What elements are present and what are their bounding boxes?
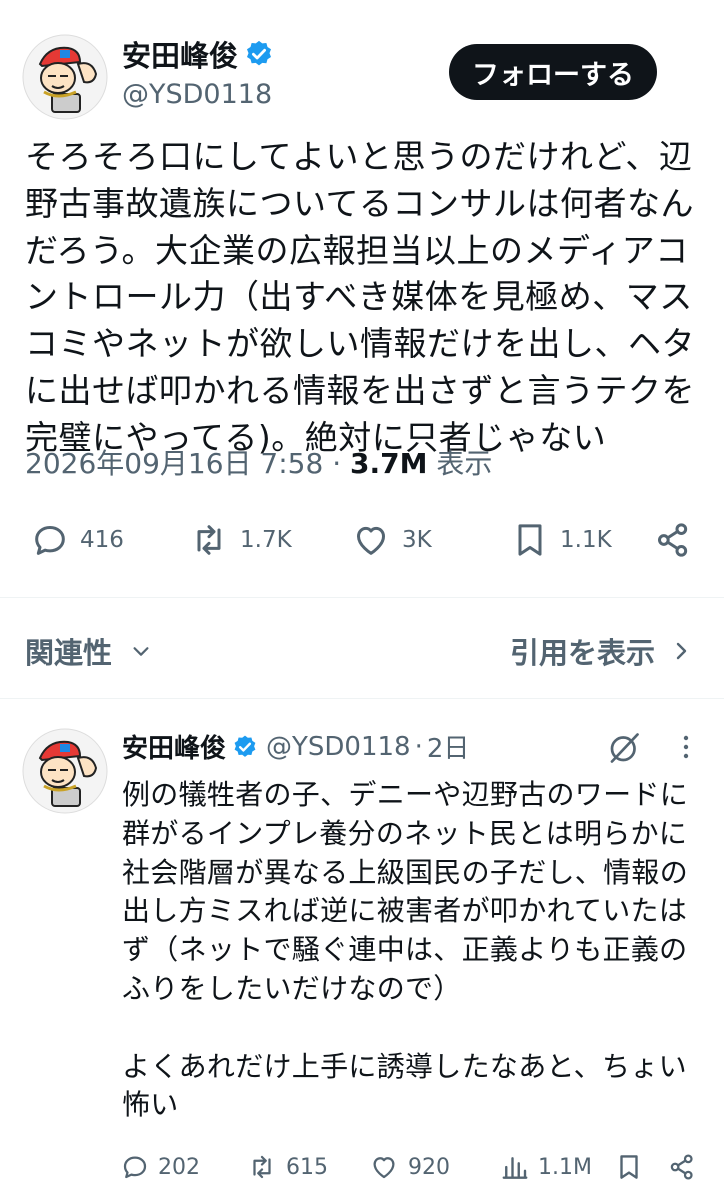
reply-count: 416 (80, 527, 124, 553)
like-button[interactable]: 3K (350, 520, 432, 560)
repost-icon (253, 1155, 271, 1179)
heart-icon (357, 526, 385, 555)
reply-repost-count: 615 (286, 1154, 328, 1180)
reply-separator: · (414, 731, 423, 762)
bookmark-count: 1.1K (560, 527, 612, 553)
author-name[interactable]: 安田峰俊 (122, 33, 274, 75)
sort-label: 関連性 (25, 636, 113, 670)
tweet-meta: 2026年09月16日 7:58 · 3.7M 表示 (25, 442, 492, 482)
reply-header: 安田峰俊 @YSD0118 · 2日 (122, 728, 469, 765)
share-icon (658, 523, 688, 557)
analytics-icon (502, 1157, 528, 1179)
view-quotes-link[interactable]: 引用を表示 (510, 630, 691, 672)
meta-separator: · (332, 447, 342, 480)
like-count: 3K (402, 527, 432, 553)
share-icon (670, 1154, 693, 1180)
heart-icon (373, 1157, 395, 1179)
view-label: 表示 (436, 447, 493, 480)
reply-reply-count: 202 (158, 1154, 200, 1180)
reply-author-handle[interactable]: @YSD0118 (266, 732, 411, 762)
chevron-down-icon (133, 647, 149, 656)
quotes-label: 引用を表示 (510, 636, 656, 670)
reply-views-button[interactable]: 1.1M (500, 1152, 592, 1182)
reply-author-avatar[interactable] (22, 728, 108, 814)
reply-share-button[interactable] (666, 1152, 698, 1182)
repost-icon (197, 525, 221, 555)
bookmark-icon (518, 524, 542, 556)
tweet-timestamp[interactable]: 2026年09月16日 7:58 (25, 447, 323, 480)
author-handle[interactable]: @YSD0118 (122, 79, 272, 110)
divider (0, 597, 724, 598)
reply-repost-button[interactable]: 615 (246, 1152, 328, 1182)
reply-bookmark-button[interactable] (614, 1152, 644, 1182)
share-button[interactable] (652, 520, 694, 560)
chevron-right-icon (676, 642, 687, 660)
tweet-text: そろそろ口にしてよいと思うのだけれど、辺野古事故遺族についてるコンサルは何者なん… (25, 137, 695, 457)
reply-time[interactable]: 2日 (427, 728, 470, 765)
reply-view-count: 1.1M (538, 1154, 592, 1180)
sort-dropdown[interactable]: 関連性 (25, 630, 152, 672)
reply-icon (123, 1156, 147, 1179)
reply-like-button[interactable]: 920 (368, 1152, 450, 1182)
repost-button[interactable]: 1.7K (188, 520, 292, 560)
repost-count: 1.7K (240, 527, 292, 553)
bookmark-icon (620, 1155, 638, 1179)
divider (0, 698, 724, 699)
view-count[interactable]: 3.7M (350, 447, 427, 480)
author-name-text[interactable]: 安田峰俊 (122, 33, 238, 75)
reply-button[interactable]: 416 (30, 520, 124, 560)
reply-like-count: 920 (408, 1154, 450, 1180)
verified-badge-icon (247, 40, 272, 66)
grok-icon[interactable] (606, 730, 642, 770)
follow-button[interactable]: フォローする (449, 44, 657, 100)
author-avatar[interactable] (22, 34, 108, 120)
reply-author-name[interactable]: 安田峰俊 (122, 728, 226, 765)
more-options-icon[interactable] (674, 732, 698, 766)
reply-icon (35, 526, 65, 555)
reply-reply-button[interactable]: 202 (120, 1152, 200, 1182)
bookmark-button[interactable]: 1.1K (510, 520, 612, 560)
verified-badge-icon (234, 735, 256, 757)
reply-text: 例の犠牲者の子、デニーや辺野古のワードに群がるインプレ養分のネット民とは明らかに… (122, 778, 689, 1122)
